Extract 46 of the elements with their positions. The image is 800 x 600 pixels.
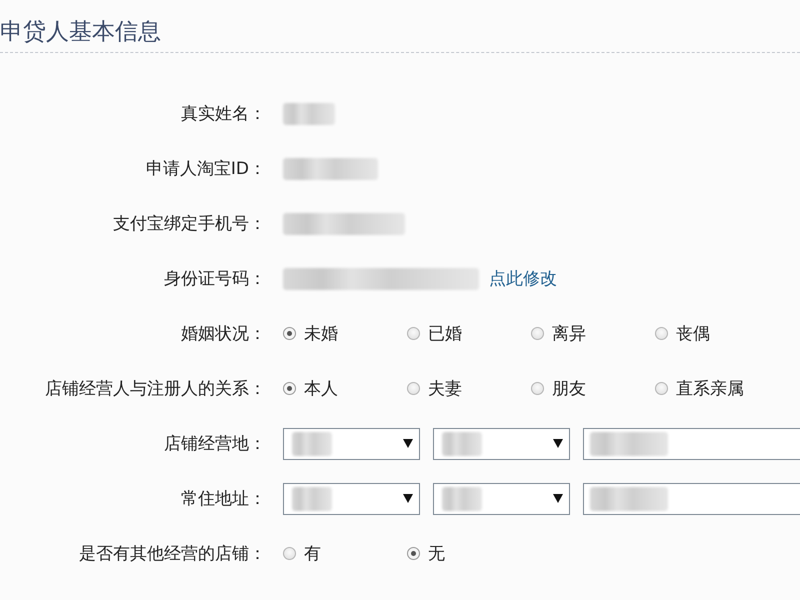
radio-button[interactable] — [407, 327, 420, 340]
blurred-value — [442, 432, 482, 456]
radio-button[interactable] — [531, 327, 544, 340]
radio-option[interactable]: 朋友 — [531, 377, 655, 400]
field-label: 婚姻状况： — [180, 323, 266, 345]
radio-option[interactable]: 直系亲属 — [655, 377, 779, 400]
radio-button[interactable] — [655, 327, 668, 340]
radio-button[interactable] — [407, 547, 420, 560]
field-label: 店铺经营地： — [163, 433, 266, 455]
dropdown-select[interactable] — [283, 428, 420, 460]
caret-icon — [403, 439, 413, 448]
radio-option[interactable]: 本人 — [283, 377, 407, 400]
radio-option[interactable]: 离异 — [531, 322, 655, 345]
field-label: 店铺经营人与注册人的关系： — [44, 378, 266, 400]
field-label: 真实姓名： — [180, 103, 266, 125]
field-label: 身份证号码： — [163, 268, 266, 290]
radio-option[interactable]: 已婚 — [407, 322, 531, 345]
field-label: 是否有其他经营的店铺： — [78, 543, 266, 565]
dropdown-select[interactable] — [433, 482, 570, 514]
radio-option[interactable]: 丧偶 — [655, 322, 779, 345]
field-label: 申请人淘宝ID： — [144, 158, 266, 180]
radio-button[interactable] — [407, 382, 420, 395]
radio-option[interactable]: 夫妻 — [407, 377, 531, 400]
address-input[interactable] — [583, 428, 800, 460]
radio-button[interactable] — [283, 547, 296, 560]
radio-button[interactable] — [531, 382, 544, 395]
dropdown-select[interactable] — [433, 428, 570, 460]
field-label: 支付宝绑定手机号： — [112, 213, 266, 235]
caret-icon — [553, 494, 563, 503]
blurred-value — [283, 102, 335, 124]
radio-button[interactable] — [655, 382, 668, 395]
blurred-value — [292, 432, 332, 456]
section-title: 申贷人基本信息 — [0, 18, 161, 46]
dropdown-select[interactable] — [283, 482, 420, 514]
radio-button[interactable] — [283, 327, 296, 340]
field-label: 常住地址： — [180, 488, 266, 510]
edit-link[interactable]: 点此修改 — [489, 267, 557, 290]
radio-button[interactable] — [283, 382, 296, 395]
radio-option[interactable]: 未婚 — [283, 322, 407, 345]
caret-icon — [403, 494, 413, 503]
caret-icon — [553, 439, 563, 448]
address-input[interactable] — [583, 482, 800, 514]
blurred-value — [442, 486, 482, 510]
blurred-value — [292, 486, 332, 510]
radio-option[interactable]: 有 — [283, 542, 407, 565]
radio-option[interactable]: 无 — [407, 542, 531, 565]
